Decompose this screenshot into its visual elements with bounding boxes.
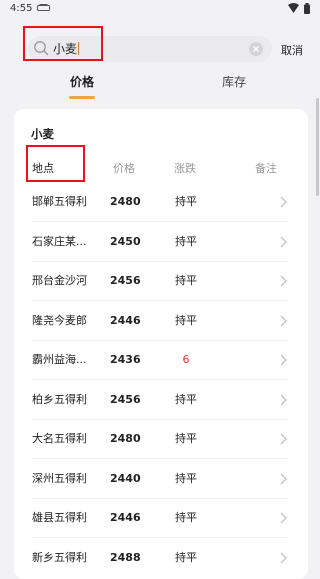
chevron-right-icon	[280, 512, 287, 524]
search-highlight-box	[23, 26, 103, 61]
row-location: 雄县五得利	[32, 511, 87, 524]
row-price: 2446	[110, 511, 141, 524]
price-row[interactable]: 新乡五得利 2488 持平	[14, 538, 308, 578]
row-price: 2456	[110, 274, 141, 287]
battery-icon	[304, 3, 310, 14]
status-bar: 4:55	[0, 0, 320, 18]
chevron-right-icon	[280, 552, 287, 564]
row-change: 持平	[175, 432, 197, 445]
row-price: 2450	[110, 235, 141, 248]
chevron-right-icon	[280, 394, 287, 406]
cancel-button[interactable]: 取消	[281, 42, 303, 58]
row-location: 深州五得利	[32, 472, 87, 485]
row-change: 持平	[175, 472, 197, 485]
price-row[interactable]: 雄县五得利 2446 持平	[14, 498, 308, 538]
row-price: 2480	[110, 432, 141, 445]
column-header-price: 价格	[113, 162, 135, 175]
row-location: 邢台金沙河	[32, 274, 87, 287]
chevron-right-icon	[280, 236, 287, 248]
row-location: 邯郸五得利	[32, 195, 87, 208]
clear-search-icon[interactable]	[248, 41, 264, 57]
row-location: 大名五得利	[32, 432, 87, 445]
carrier-icon	[37, 4, 50, 11]
row-price: 2488	[110, 551, 141, 564]
chevron-right-icon	[280, 473, 287, 485]
scrollbar[interactable]	[316, 98, 319, 196]
row-price: 2480	[110, 195, 141, 208]
row-change: 持平	[175, 274, 197, 287]
row-price: 2456	[110, 393, 141, 406]
price-row[interactable]: 邢台金沙河 2456 持平	[14, 261, 308, 301]
row-change: 持平	[175, 393, 197, 406]
row-price: 2440	[110, 472, 141, 485]
row-change: 持平	[175, 551, 197, 564]
chevron-right-icon	[280, 433, 287, 445]
row-price: 2436	[110, 353, 141, 366]
location-highlight-box	[26, 145, 85, 182]
row-location: 隆尧今麦郎	[32, 314, 87, 327]
chevron-right-icon	[280, 196, 287, 208]
price-row[interactable]: 邯郸五得利 2480 持平	[14, 182, 308, 222]
price-row[interactable]: 石家庄某... 2450 持平	[14, 222, 308, 262]
price-row[interactable]: 霸州益海... 2436 6	[14, 340, 308, 380]
price-row[interactable]: 柏乡五得利 2456 持平	[14, 380, 308, 420]
wifi-icon	[288, 3, 299, 13]
price-row[interactable]: 深州五得利 2440 持平	[14, 459, 308, 499]
chevron-right-icon	[280, 315, 287, 327]
chevron-right-icon	[280, 354, 287, 366]
section-title: 小麦	[31, 127, 54, 141]
column-header-note: 备注	[255, 162, 277, 175]
row-location: 霸州益海...	[32, 353, 87, 366]
status-time: 4:55	[10, 3, 33, 14]
row-change: 持平	[175, 511, 197, 524]
price-row[interactable]: 大名五得利 2480 持平	[14, 419, 308, 459]
chevron-right-icon	[280, 275, 287, 287]
tab-active-indicator	[69, 96, 95, 99]
row-location: 新乡五得利	[32, 551, 87, 564]
row-change: 持平	[175, 195, 197, 208]
row-change: 持平	[175, 314, 197, 327]
row-change: 6	[182, 353, 190, 366]
tab-price[interactable]: 价格	[70, 73, 94, 90]
row-price: 2446	[110, 314, 141, 327]
price-row[interactable]: 隆尧今麦郎 2446 持平	[14, 301, 308, 341]
row-change: 持平	[175, 235, 197, 248]
tab-stock[interactable]: 库存	[222, 73, 246, 90]
row-location: 石家庄某...	[32, 235, 87, 248]
column-header-change: 涨跌	[174, 162, 196, 175]
row-location: 柏乡五得利	[32, 393, 87, 406]
